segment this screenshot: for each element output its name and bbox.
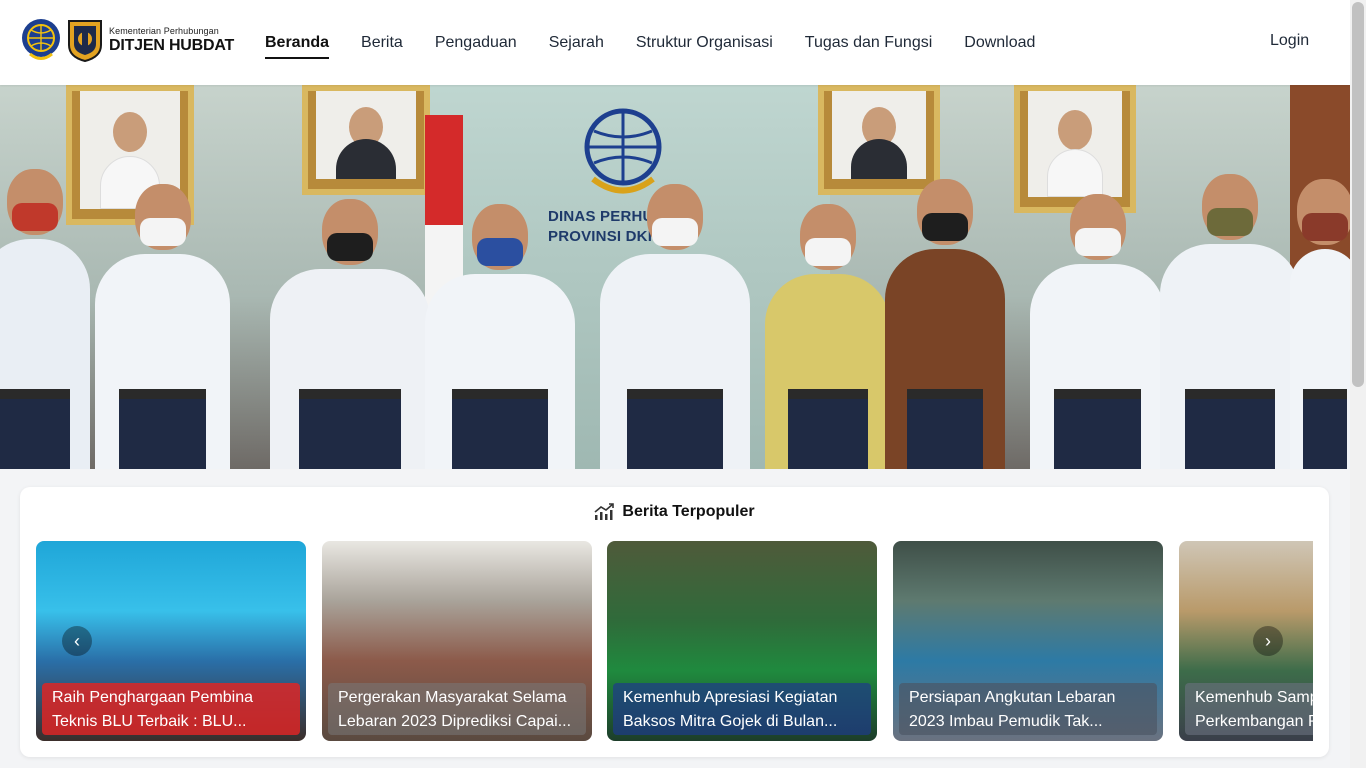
nav-item-tugas-dan-fungsi[interactable]: Tugas dan Fungsi bbox=[805, 34, 932, 52]
page-scrollbar[interactable] bbox=[1350, 0, 1366, 768]
news-card-title-line: 2023 Imbau Pemudik Tak... bbox=[909, 713, 1103, 730]
news-card-caption: Pergerakan Masyarakat Selama Lebaran 202… bbox=[328, 683, 586, 735]
news-card-title-line: Persiapan Angkutan Lebaran bbox=[909, 689, 1116, 706]
popular-news-section: Berita Terpopuler ‹ › Raih Penghargaan P… bbox=[20, 487, 1329, 757]
news-card[interactable]: Kemenhub Samp Perkembangan P bbox=[1179, 541, 1313, 741]
hero-person-figure bbox=[600, 184, 750, 469]
brand-logo[interactable]: Kementerian Perhubungan DITJEN HUBDAT bbox=[20, 16, 234, 64]
hubdat-shield-logo-icon bbox=[68, 20, 102, 63]
brand-title: DITJEN HUBDAT bbox=[109, 36, 235, 54]
hero-person-figure bbox=[1030, 194, 1165, 469]
news-card[interactable]: Pergerakan Masyarakat Selama Lebaran 202… bbox=[322, 541, 592, 741]
kemenhub-logo-icon bbox=[22, 19, 60, 60]
hero-person-figure bbox=[765, 204, 890, 469]
news-card-title-line: Perkembangan P bbox=[1195, 713, 1313, 730]
news-card-caption: Persiapan Angkutan Lebaran 2023 Imbau Pe… bbox=[899, 683, 1157, 735]
hero-person-figure bbox=[270, 199, 430, 469]
nav-item-berita[interactable]: Berita bbox=[361, 34, 403, 52]
carousel-next-button[interactable]: › bbox=[1253, 626, 1283, 656]
nav-item-struktur-organisasi[interactable]: Struktur Organisasi bbox=[636, 34, 773, 52]
hero-person-figure bbox=[1160, 174, 1300, 469]
news-card-caption: Raih Penghargaan Pembina Teknis BLU Terb… bbox=[42, 683, 300, 735]
news-carousel: ‹ › Raih Penghargaan Pembina Teknis BLU … bbox=[36, 541, 1313, 741]
hero-person-figure bbox=[885, 179, 1005, 469]
nav-item-sejarah[interactable]: Sejarah bbox=[549, 34, 604, 52]
news-card-title-line: Pergerakan Masyarakat Selama bbox=[338, 689, 567, 706]
news-card-title-line: Lebaran 2023 Diprediksi Capai... bbox=[338, 713, 572, 730]
scrollbar-thumb[interactable] bbox=[1352, 2, 1364, 387]
hero-people-group bbox=[0, 85, 1350, 469]
news-card-title-line: Baksos Mitra Gojek di Bulan... bbox=[623, 713, 838, 730]
popular-news-title: Berita Terpopuler bbox=[622, 503, 755, 520]
news-card-title-line: Kemenhub Apresiasi Kegiatan bbox=[623, 689, 838, 706]
hero-person-figure bbox=[1290, 179, 1350, 469]
brand-ministry-label: Kementerian Perhubungan bbox=[109, 25, 219, 36]
hero-banner-image: DINAS PERHUB PROVINSI DKI JA bbox=[0, 85, 1350, 469]
news-card-caption: Kemenhub Apresiasi Kegiatan Baksos Mitra… bbox=[613, 683, 871, 735]
carousel-prev-button[interactable]: ‹ bbox=[62, 626, 92, 656]
hero-person-figure bbox=[95, 184, 230, 469]
nav-item-pengaduan[interactable]: Pengaduan bbox=[435, 34, 517, 52]
top-navbar: Kementerian Perhubungan DITJEN HUBDAT Be… bbox=[0, 0, 1350, 85]
nav-item-beranda[interactable]: Beranda bbox=[265, 34, 330, 59]
nav-item-download[interactable]: Download bbox=[964, 34, 1035, 52]
news-card-title-line: Teknis BLU Terbaik : BLU... bbox=[52, 713, 247, 730]
news-card-title-line: Raih Penghargaan Pembina bbox=[52, 689, 254, 706]
brand-text: Kementerian Perhubungan DITJEN HUBDAT bbox=[109, 25, 235, 54]
login-link[interactable]: Login bbox=[1270, 32, 1309, 50]
hero-person-figure bbox=[425, 204, 575, 469]
news-card-title-line: Kemenhub Samp bbox=[1195, 689, 1313, 706]
trending-chart-icon bbox=[594, 503, 615, 520]
news-card[interactable]: Kemenhub Apresiasi Kegiatan Baksos Mitra… bbox=[607, 541, 877, 741]
news-card[interactable]: Persiapan Angkutan Lebaran 2023 Imbau Pe… bbox=[893, 541, 1163, 741]
main-nav: Beranda Berita Pengaduan Sejarah Struktu… bbox=[265, 0, 1067, 85]
news-card-caption: Kemenhub Samp Perkembangan P bbox=[1185, 683, 1313, 735]
popular-news-heading: Berita Terpopuler bbox=[20, 503, 1329, 521]
hero-person-figure bbox=[0, 169, 90, 469]
